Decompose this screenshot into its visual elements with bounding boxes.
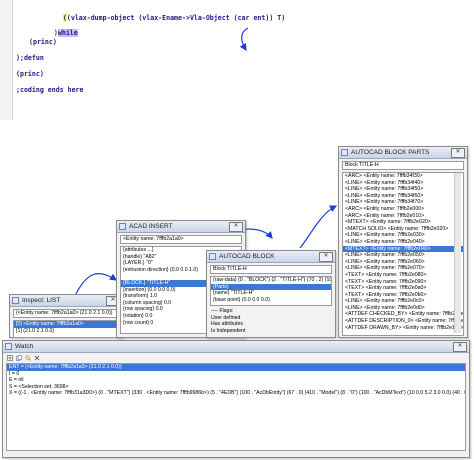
window-icon [119, 223, 126, 230]
list-item[interactable]: <LINE> <Entity name: 7fffb34f40> [343, 180, 463, 187]
window-icon [341, 149, 348, 156]
acad-insert-titlebar[interactable]: ACAD INSERT ✕ [117, 221, 245, 233]
close-icon[interactable]: ✕ [451, 148, 465, 158]
block-name-field[interactable]: Block TITLE-H [210, 265, 332, 274]
list-item[interactable]: <ARC> <Entity name: 7fffb2e000> [343, 206, 463, 213]
flag-item: User defined [211, 314, 241, 321]
list-item[interactable]: <ATTDEF DESCRIPTION_0> <Entity name: 7ff… [343, 318, 463, 325]
close-icon[interactable]: ✕ [319, 252, 333, 262]
list-item[interactable]: {name} "TITLE-H" [211, 290, 331, 297]
code-line-defun: );defun [16, 54, 44, 62]
add-watch-icon[interactable] [7, 354, 13, 361]
list-item[interactable]: <LINE> <Entity name: 7fffb2e0c0> [343, 298, 463, 305]
code-line-comment: ;coding ends here [16, 86, 84, 94]
editor-gutter [0, 0, 13, 120]
list-item[interactable]: <LINE> <Entity name: 7fffb34f70> [343, 199, 463, 206]
list-item[interactable]: <LINE> <Entity name: 7fffb34f60> [343, 193, 463, 200]
close-icon[interactable]: ✕ [229, 222, 243, 232]
list-item[interactable]: [1] (21.0 2.1 0.0) [14, 328, 118, 335]
list-item[interactable]: <MTEXT> <Entity name: 7fffb2e020> [343, 219, 463, 226]
block-parts-titlebar[interactable]: AUTOCAD BLOCK PARTS ✕ [339, 147, 467, 159]
code-editor[interactable]: ((vlax-dump-object (vlax-Ename->Vla-Obje… [0, 0, 474, 120]
window-icon [209, 253, 216, 260]
flag-item: Is Independent [211, 327, 246, 334]
code-line-princ-1: (princ) [29, 38, 57, 46]
list-item[interactable]: <TEXT> <Entity name: 7fffb2e090> [343, 279, 463, 286]
list-item[interactable]: <LINE> <Entity name: 7fffb2e030> [343, 232, 463, 239]
arrow-to-block-parts [299, 205, 338, 249]
list-item[interactable]: <ATTDEF CHECKED_BY> <Entity name: 7fffb2… [343, 311, 463, 318]
inspect-list-items[interactable]: [0] <Entity name: 7fffb2a1a0> [1] (21.0 … [13, 320, 119, 338]
list-item[interactable]: <ARC> <Entity name: 7fffb2e010> [343, 213, 463, 220]
autocad-block-window[interactable]: AUTOCAD BLOCK ✕ Block TITLE-H (raw-data)… [206, 250, 336, 338]
block-properties-list[interactable]: (raw-data) (0 . "BLOCK") (2 . "TITLE-H")… [210, 276, 332, 306]
block-parts-window[interactable]: AUTOCAD BLOCK PARTS ✕ Block TITLE-H <ARC… [338, 146, 468, 338]
watch-row[interactable]: S = <Selection set: 3698> [7, 384, 465, 391]
list-item[interactable]: <ARC> <Entity name: 7fffb34f30> [343, 173, 463, 180]
while-keyword: while [57, 29, 78, 37]
flags-label: ---- Flags: [211, 308, 234, 314]
watch-list[interactable]: ENT = (<Entity name: 7fffb2a1a0> (21.0 2… [6, 363, 466, 451]
window-title: AUTOCAD BLOCK PARTS [351, 149, 430, 156]
window-icon [5, 343, 12, 350]
watch-row[interactable]: I = 0 [7, 371, 465, 378]
block-parts-list[interactable]: <ARC> <Entity name: 7fffb34f30> <LINE> <… [342, 172, 464, 336]
inspect-icon[interactable] [25, 354, 31, 361]
list-item[interactable]: <LINE> <Entity name: 7fffb2e070> [343, 265, 463, 272]
watch-titlebar[interactable]: Watch ✕ [3, 341, 469, 353]
window-icon [12, 297, 19, 304]
window-title: ACAD INSERT [129, 223, 173, 230]
list-item[interactable]: <LINE> <Entity name: 7fffb2e0d0> [343, 305, 463, 312]
list-item[interactable]: <LINE> <Entity name: 7fffb34f50> [343, 186, 463, 193]
watch-row[interactable]: X = ((-1 . <Entity name: 7fffb31a3D0>) (… [7, 390, 465, 397]
list-item[interactable]: (raw-data) (0 . "BLOCK") (2 . "TITLE-H")… [211, 277, 331, 284]
list-item[interactable]: [0] <Entity name: 7fffb2a1a0> [14, 321, 118, 328]
list-item[interactable]: <TEXT> <Entity name: 7fffb2e080> [343, 272, 463, 279]
inspect-value-field[interactable]: (<Entity name: 7fffb2a1a0> (21.0 2.1 0.0… [13, 309, 119, 318]
autocad-block-titlebar[interactable]: AUTOCAD BLOCK ✕ [207, 251, 335, 263]
vertical-scrollbar[interactable] [454, 173, 461, 333]
inspect-list-window[interactable]: Inspect: LIST ✕ (<Entity name: 7fffb2a1a… [9, 294, 123, 338]
list-item[interactable]: <MTEXT> <Entity name: 7fffb2e040> [343, 245, 463, 253]
watch-row[interactable]: E = nil [7, 377, 465, 384]
list-item[interactable]: <ATTDEF DRAWN_BY> <Entity name: 7fffb2e1… [343, 325, 463, 332]
window-title: Watch [15, 343, 34, 350]
close-icon[interactable]: ✕ [453, 342, 467, 352]
flag-item: Has attributes [211, 321, 244, 328]
inspect-list-titlebar[interactable]: Inspect: LIST ✕ [10, 295, 122, 307]
list-item[interactable]: <LINE> <Entity name: 7fffb2e040> [343, 239, 463, 246]
list-item[interactable]: <TEXT> <Entity name: 7fffb2e0b0> [343, 292, 463, 299]
watch-window[interactable]: Watch ✕ ENT = (<Entity name: 7fffb2a1a0>… [2, 340, 470, 458]
list-item[interactable]: {base point} (0.0 0.0 0.0) [211, 297, 331, 304]
delete-watch-icon[interactable] [34, 355, 40, 361]
insert-entity-field[interactable]: <Entity name: 7fffb2a1a0> [120, 235, 242, 244]
watch-row[interactable]: ENT = (<Entity name: 7fffb2a1a0> (21.0 2… [7, 364, 465, 371]
list-item[interactable]: (Parts) [211, 283, 331, 291]
code-line-dump: ((vlax-dump-object (vlax-Ename->Vla-Obje… [62, 14, 286, 22]
code-line-princ-2: (princ) [16, 70, 44, 78]
window-title: Inspect: LIST [22, 297, 61, 304]
list-item[interactable]: <LINE> <Entity name: 7fffb2e060> [343, 259, 463, 266]
list-item[interactable]: <MATCH SOLID> <Entity name: 7fffb2e020> [343, 226, 463, 233]
watch-toolbar [3, 353, 469, 362]
list-item[interactable]: <TEXT> <Entity name: 7fffb2e0a0> [343, 285, 463, 292]
list-item[interactable]: <LINE> <Entity name: 7fffb2e050> [343, 252, 463, 259]
copy-icon[interactable] [16, 354, 22, 361]
window-title: AUTOCAD BLOCK [219, 253, 275, 260]
block-parts-name-field[interactable]: Block TITLE-H [342, 161, 464, 170]
